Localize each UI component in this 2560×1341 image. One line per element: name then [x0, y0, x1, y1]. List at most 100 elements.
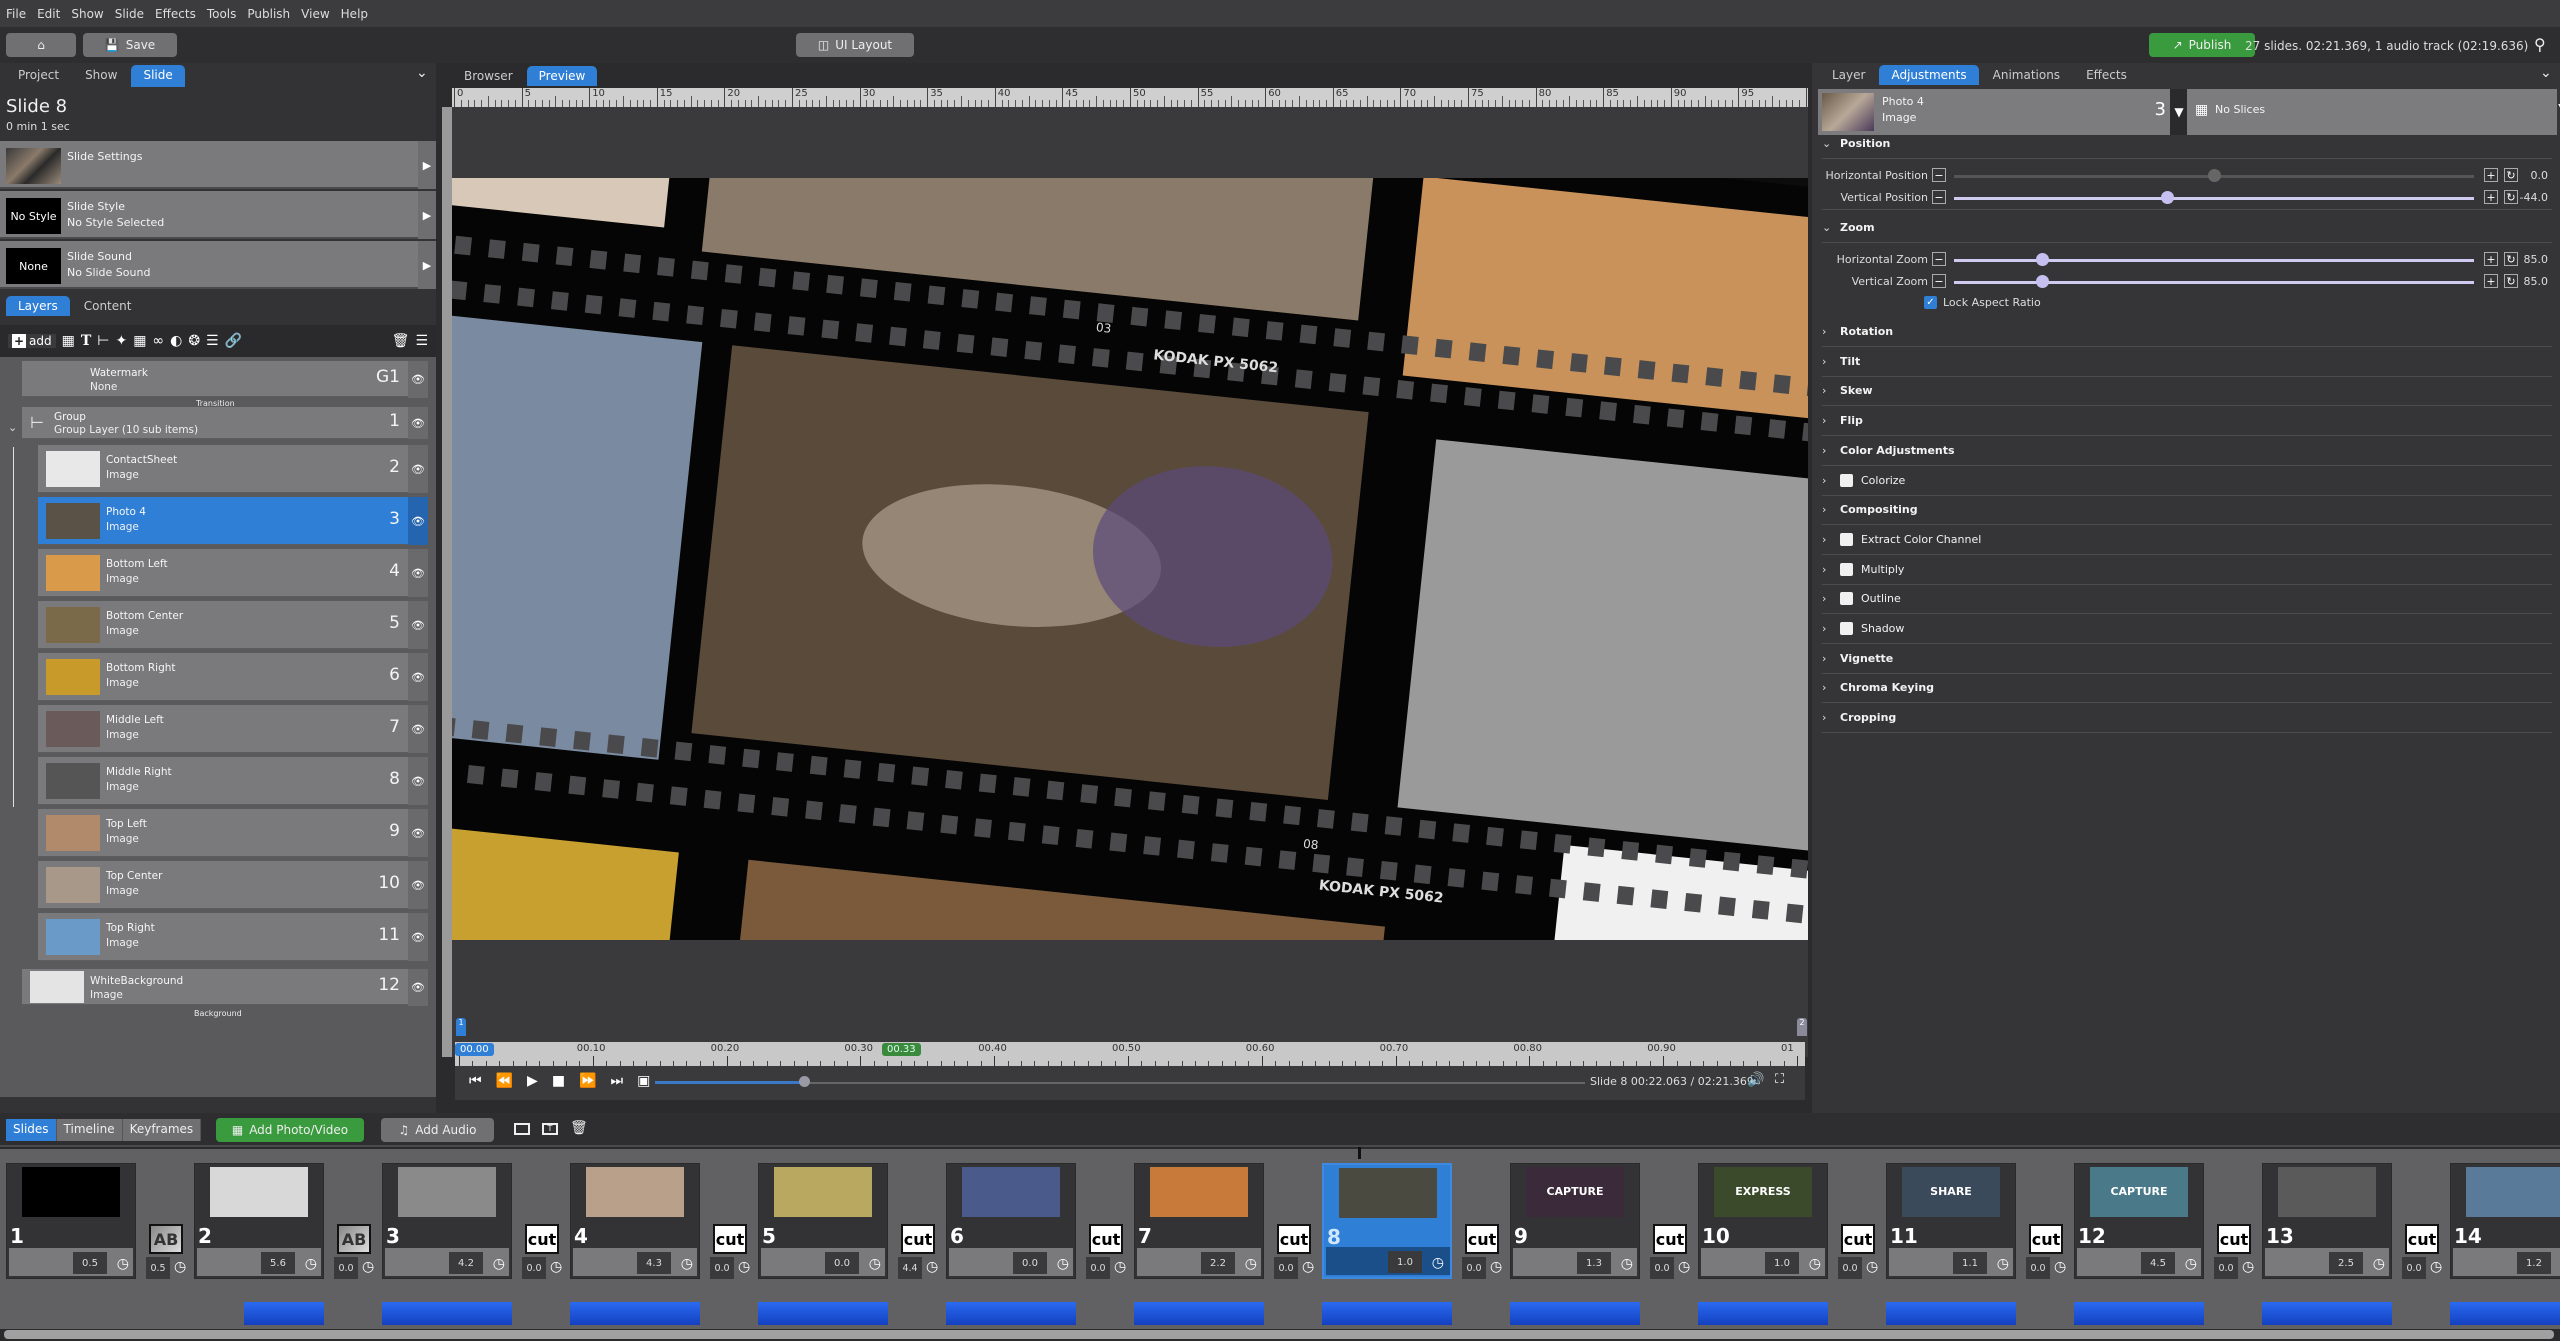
grid-icon[interactable]: ▦: [133, 333, 146, 349]
transition-item[interactable]: cut 0.0 ◷: [1828, 1194, 1898, 1284]
transition-icon[interactable]: cut: [2029, 1224, 2063, 1254]
transition-icon[interactable]: AB: [337, 1224, 371, 1254]
start-marker[interactable]: 1: [456, 1018, 466, 1036]
reset-icon[interactable]: ↻: [2504, 274, 2518, 288]
slider-knob[interactable]: [2208, 169, 2221, 182]
slide-thumbnail[interactable]: SHARE 11 1.1 ◷: [1886, 1163, 2016, 1279]
layer-row[interactable]: Photo 4 Image 3 👁: [38, 497, 428, 545]
timer-icon[interactable]: ◷: [117, 1256, 129, 1272]
eye-icon[interactable]: 👁: [408, 445, 428, 493]
slide-thumbnail[interactable]: 8 1.0 ◷: [1322, 1163, 1452, 1279]
add-audio-button[interactable]: ♫ Add Audio: [381, 1118, 494, 1142]
menu-slide[interactable]: Slide: [115, 7, 144, 21]
ui-layout-button[interactable]: ◫ UI Layout: [796, 33, 914, 57]
slide-duration[interactable]: 0.0: [825, 1252, 859, 1274]
transition-item[interactable]: AB 0.5 ◷: [136, 1194, 206, 1284]
section-checkbox[interactable]: [1840, 562, 1853, 576]
slide-thumbnail[interactable]: 13 2.5 ◷: [2262, 1163, 2392, 1279]
slide-duration[interactable]: 1.3: [1577, 1252, 1611, 1274]
reset-icon[interactable]: ↻: [2504, 252, 2518, 266]
section-row[interactable]: › Vignette: [1822, 644, 2552, 674]
section-row[interactable]: › Outline: [1822, 584, 2552, 615]
slide-thumbnail[interactable]: 7 2.2 ◷: [1134, 1163, 1264, 1279]
transition-icon[interactable]: cut: [1089, 1224, 1123, 1254]
menu-icon[interactable]: ☰: [415, 333, 428, 349]
section-row[interactable]: › Tilt: [1822, 347, 2552, 377]
decrement-button[interactable]: −: [1932, 252, 1946, 266]
tab-effects[interactable]: Effects: [2074, 65, 2139, 85]
slide-thumbnail[interactable]: CAPTURE 9 1.3 ◷: [1510, 1163, 1640, 1279]
reset-icon[interactable]: ↻: [2504, 168, 2518, 182]
add-photo-video-button[interactable]: ▦ Add Photo/Video: [216, 1118, 364, 1142]
transition-icon[interactable]: cut: [1653, 1224, 1687, 1254]
search-icon[interactable]: ⚲: [2534, 35, 2546, 54]
rewind-icon[interactable]: ⏪: [496, 1073, 513, 1089]
slider-knob[interactable]: [2036, 275, 2050, 288]
slide-settings-row[interactable]: Slide Settings ▶: [0, 141, 436, 189]
timer-icon[interactable]: ◷: [2242, 1259, 2254, 1275]
lock-aspect-ratio[interactable]: ✓ Lock Aspect Ratio: [1924, 296, 2041, 309]
tab-preview[interactable]: Preview: [526, 66, 598, 86]
tab-slides[interactable]: Slides: [6, 1119, 57, 1141]
group-collapse-chevron-icon[interactable]: ⌄: [8, 421, 17, 434]
timer-icon[interactable]: ◷: [2430, 1259, 2442, 1275]
section-row[interactable]: › Flip: [1822, 406, 2552, 437]
decrement-button[interactable]: −: [1932, 190, 1946, 204]
slide-duration[interactable]: 2.5: [2329, 1252, 2363, 1274]
transition-item[interactable]: cut 0.0 ◷: [1076, 1194, 1146, 1284]
transition-item[interactable]: AB 0.0 ◷: [324, 1194, 394, 1284]
slide-duration[interactable]: 4.2: [449, 1252, 483, 1274]
section-row[interactable]: › Cropping: [1822, 703, 2552, 734]
tab-adjustments[interactable]: Adjustments: [1879, 65, 1979, 85]
menu-tools[interactable]: Tools: [207, 7, 237, 21]
transition-duration[interactable]: 4.4: [898, 1257, 922, 1279]
skip-to-end-icon[interactable]: ⏭: [611, 1073, 624, 1089]
timer-icon[interactable]: ◷: [550, 1259, 562, 1275]
section-row[interactable]: › Colorize: [1822, 466, 2552, 496]
loop-selection-icon[interactable]: ▣: [637, 1073, 650, 1089]
link-icon[interactable]: 🔗: [225, 333, 242, 349]
layer-row[interactable]: Middle Left Image 7 👁: [38, 705, 428, 753]
play-icon[interactable]: ▶: [527, 1073, 538, 1089]
eye-icon[interactable]: 👁: [408, 969, 428, 1006]
slide-duration[interactable]: 0.0: [1013, 1252, 1047, 1274]
transition-duration[interactable]: 0.5: [146, 1257, 170, 1279]
volume-icon[interactable]: 🔊: [1747, 1072, 1764, 1088]
end-marker[interactable]: 2: [1797, 1018, 1807, 1036]
transition-duration[interactable]: 0.0: [522, 1257, 546, 1279]
eye-icon[interactable]: 👁: [408, 361, 428, 398]
transition-item[interactable]: cut 0.0 ◷: [2204, 1194, 2274, 1284]
magic-wand-icon[interactable]: ✦: [115, 333, 127, 349]
watermark-row[interactable]: Watermark None G1 👁: [22, 361, 428, 398]
image-icon[interactable]: ▦: [62, 333, 75, 349]
color-circles-icon[interactable]: ❂: [188, 333, 200, 349]
sliders-icon[interactable]: ☰: [206, 333, 219, 349]
collapse-chevron-icon[interactable]: ⌄: [416, 65, 428, 81]
slide-duration[interactable]: 1.0: [1388, 1251, 1422, 1273]
transition-item[interactable]: cut 0.0 ◷: [1452, 1194, 1522, 1284]
eye-icon[interactable]: 👁: [408, 549, 428, 597]
layer-row[interactable]: Bottom Right Image 6 👁: [38, 653, 428, 701]
timer-icon[interactable]: ◷: [2054, 1259, 2066, 1275]
tab-show[interactable]: Show: [73, 65, 129, 87]
timer-icon[interactable]: ◷: [1621, 1256, 1633, 1272]
layer-row[interactable]: Bottom Center Image 5 👁: [38, 601, 428, 649]
transition-duration[interactable]: 0.0: [334, 1257, 358, 1279]
layer-row[interactable]: Top Left Image 9 👁: [38, 809, 428, 857]
slide-duration[interactable]: 5.6: [261, 1252, 295, 1274]
eye-icon[interactable]: 👁: [408, 653, 428, 701]
add-layer-button[interactable]: + add: [8, 334, 56, 348]
timer-icon[interactable]: ◷: [738, 1259, 750, 1275]
slide-thumbnail[interactable]: 1 0.5 ◷: [6, 1163, 136, 1279]
transition-icon[interactable]: cut: [1841, 1224, 1875, 1254]
transition-duration[interactable]: 0.0: [1462, 1257, 1486, 1279]
publish-button[interactable]: ↗ Publish: [2149, 33, 2255, 57]
slide-thumbnail[interactable]: 5 0.0 ◷: [758, 1163, 888, 1279]
transition-icon[interactable]: AB: [149, 1224, 183, 1254]
timer-icon[interactable]: ◷: [926, 1259, 938, 1275]
slide-thumbnail[interactable]: 2 5.6 ◷: [194, 1163, 324, 1279]
stop-icon[interactable]: ■: [552, 1073, 565, 1089]
chevron-right-icon[interactable]: ▶: [418, 241, 436, 289]
slide-thumbnail[interactable]: 141.2◷: [2450, 1163, 2560, 1279]
fullscreen-icon[interactable]: ⛶: [1775, 1072, 1784, 1087]
